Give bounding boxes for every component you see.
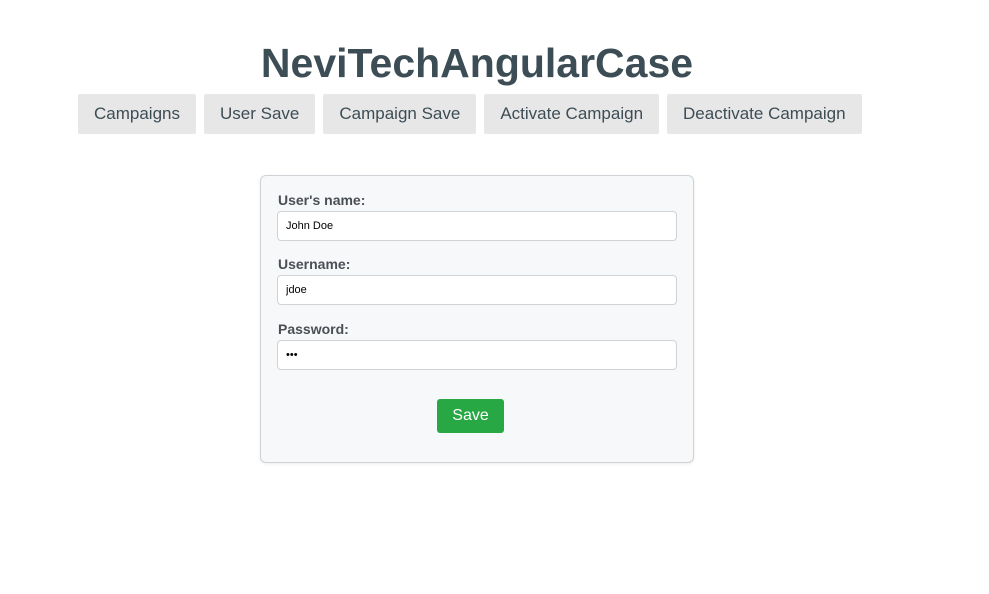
page-title: NeviTechAngularCase: [260, 40, 694, 86]
nav-activate-campaign-button[interactable]: Activate Campaign: [484, 94, 660, 134]
nav-user-save-button[interactable]: User Save: [204, 94, 316, 134]
nav-campaign-save-button[interactable]: Campaign Save: [323, 94, 477, 134]
password-label: Password:: [278, 321, 349, 337]
user-save-form: User's name: Username: Password: Save: [260, 175, 694, 463]
nav-deactivate-campaign-button[interactable]: Deactivate Campaign: [667, 94, 862, 134]
username-input[interactable]: [277, 275, 677, 305]
save-button[interactable]: Save: [437, 399, 504, 433]
nav-campaigns-button[interactable]: Campaigns: [78, 94, 196, 134]
username-label: Username:: [278, 256, 351, 272]
top-nav: Campaigns User Save Campaign Save Activa…: [78, 94, 862, 134]
name-input[interactable]: [277, 211, 677, 241]
name-label: User's name:: [278, 192, 366, 208]
password-input[interactable]: [277, 340, 677, 370]
